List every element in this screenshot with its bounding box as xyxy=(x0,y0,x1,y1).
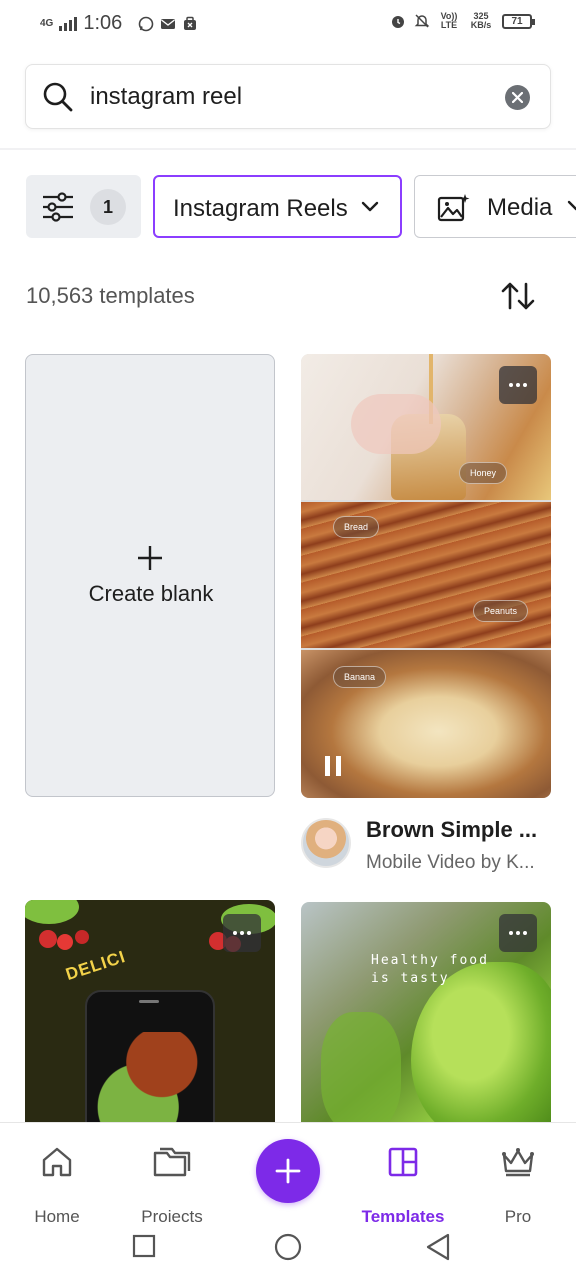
chevron-down-icon xyxy=(567,200,576,211)
more-options-button[interactable] xyxy=(499,366,537,404)
template-title[interactable]: Brown Simple ... xyxy=(366,817,537,843)
whatsapp-icon xyxy=(138,16,154,31)
nav-home[interactable]: Home xyxy=(2,1145,112,1226)
more-icon xyxy=(233,931,251,935)
media-sparkle-icon xyxy=(437,194,470,222)
clear-search-button[interactable] xyxy=(505,85,530,110)
tag-label: Bread xyxy=(333,516,380,538)
template-subtitle: Mobile Video by K... xyxy=(366,852,535,873)
folder-icon xyxy=(153,1147,191,1177)
template-headline: Healthy food is tasty xyxy=(371,953,489,986)
volte-indicator: Vo)) LTE xyxy=(440,11,458,30)
template-card[interactable]: DELICI xyxy=(25,900,275,1130)
network-type: 4G xyxy=(40,17,54,29)
more-icon xyxy=(509,931,527,935)
template-count: 10,563 templates xyxy=(26,283,195,308)
template-headline: DELICI xyxy=(63,946,129,985)
more-options-button[interactable] xyxy=(223,914,261,952)
create-blank-label: Create blank xyxy=(88,581,214,606)
more-options-button[interactable] xyxy=(499,914,537,952)
search-icon xyxy=(43,82,73,112)
lettuce-image xyxy=(321,1012,401,1130)
status-right: Vo)) LTE 325 KB/s 71 xyxy=(390,11,535,30)
battery-icon: 71 xyxy=(502,13,535,29)
category-dropdown[interactable]: Instagram Reels xyxy=(153,175,402,238)
phone-mockup xyxy=(85,990,215,1130)
create-blank-card[interactable]: Create blank xyxy=(25,354,275,797)
bottom-navigation: Home Projects Templates Pro xyxy=(0,1122,576,1226)
plus-icon xyxy=(275,1158,301,1184)
mute-icon xyxy=(414,14,430,28)
tag-label: Peanuts xyxy=(473,600,529,622)
template-card[interactable]: Honey Bread Peanuts Banana xyxy=(301,354,551,798)
media-label: Media xyxy=(487,194,553,221)
app-notification-icon xyxy=(184,16,197,30)
avatar xyxy=(301,818,351,868)
signal-icon xyxy=(59,16,78,31)
nav-templates[interactable]: Templates xyxy=(348,1145,458,1226)
tomato-decoration xyxy=(75,930,89,944)
divider xyxy=(0,148,576,150)
sort-icon[interactable] xyxy=(500,280,536,312)
templates-icon xyxy=(388,1147,418,1177)
template-card[interactable]: Healthy food is tasty xyxy=(301,902,551,1130)
search-bar[interactable]: instagram reel xyxy=(25,64,551,129)
back-icon[interactable] xyxy=(424,1232,452,1262)
search-input[interactable]: instagram reel xyxy=(90,83,242,111)
plus-icon xyxy=(138,546,162,570)
category-label: Instagram Reels xyxy=(173,195,348,222)
template-thumbnail-bread: Bread Peanuts xyxy=(301,502,551,648)
clock: 1:06 xyxy=(83,12,123,34)
tag-label: Banana xyxy=(333,666,387,688)
crown-icon xyxy=(502,1148,534,1177)
tomato-decoration xyxy=(39,930,57,948)
media-dropdown[interactable]: Media xyxy=(414,175,576,238)
burger-image xyxy=(91,1032,209,1130)
home-circle-icon[interactable] xyxy=(274,1233,302,1261)
status-bar: 4G 1:06 Vo)) LTE 325 KB/s 71 xyxy=(0,0,576,46)
more-icon xyxy=(509,383,527,387)
nav-pro[interactable]: Pro xyxy=(463,1145,573,1226)
chevron-down-icon xyxy=(361,201,379,212)
alarm-icon xyxy=(392,16,404,28)
system-navigation xyxy=(0,1222,576,1280)
network-speed: 325 KB/s xyxy=(470,11,492,30)
status-left: 4G 1:06 xyxy=(40,12,198,35)
filter-count-badge: 1 xyxy=(90,189,126,225)
create-design-button[interactable] xyxy=(256,1139,320,1203)
lettuce-decoration xyxy=(25,900,79,924)
tomato-decoration xyxy=(57,934,73,950)
sliders-icon xyxy=(43,192,73,222)
close-icon xyxy=(512,92,523,103)
nav-projects[interactable]: Projects xyxy=(117,1145,227,1226)
tag-label: Honey xyxy=(459,462,508,484)
filter-button[interactable]: 1 xyxy=(26,175,141,238)
home-icon xyxy=(42,1147,72,1177)
pause-icon[interactable] xyxy=(323,754,343,778)
recents-icon[interactable] xyxy=(132,1234,156,1258)
mail-icon xyxy=(161,18,176,29)
